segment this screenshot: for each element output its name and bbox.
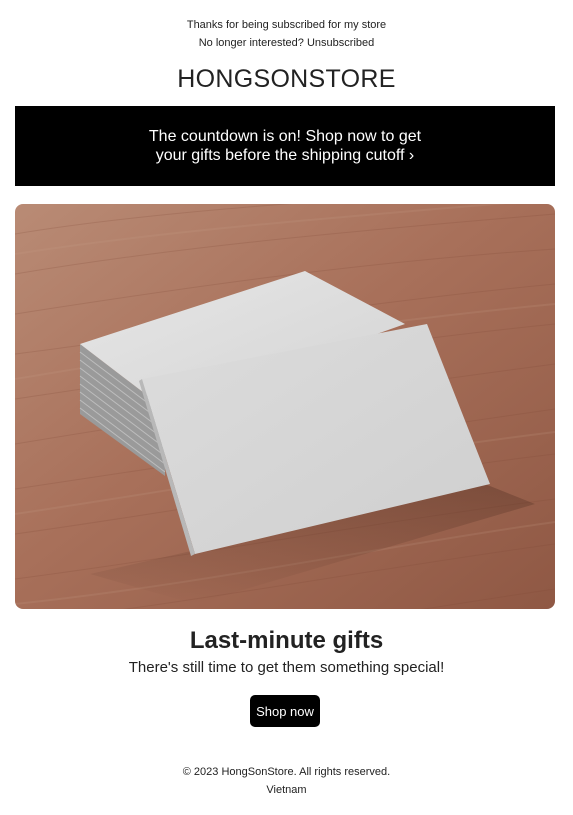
copyright-text: © 2023 HongSonStore. All rights reserved…	[182, 766, 391, 778]
thanks-text: Thanks for being subscribed for my store	[186, 19, 387, 31]
unsubscribe-link[interactable]: Unsubscribed	[307, 37, 374, 49]
hero-image[interactable]	[15, 204, 555, 609]
promo-subline: There's still time to get them something…	[128, 659, 445, 676]
business-cards-illustration	[15, 204, 555, 609]
country-text: Vietnam	[266, 784, 307, 796]
unsubscribe-line: No longer interested? Unsubscribed	[0, 36, 573, 50]
store-name[interactable]: HONGSONSTORE	[0, 64, 573, 94]
banner-text: The countdown is on! Shop now to get you…	[148, 128, 422, 164]
unsubscribe-prompt: No longer interested?	[198, 37, 304, 49]
promo-headline: Last-minute gifts	[189, 627, 384, 654]
countdown-banner[interactable]: The countdown is on! Shop now to get you…	[15, 106, 555, 186]
shop-now-button[interactable]: Shop now	[250, 695, 320, 727]
